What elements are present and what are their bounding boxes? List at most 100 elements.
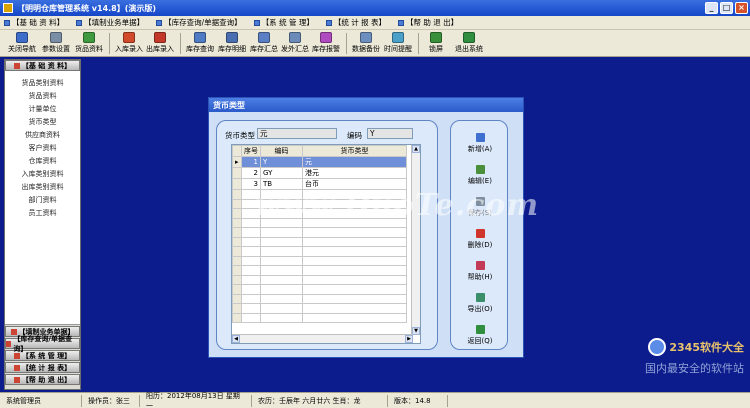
nav-panel: 【基 础 资 料】 货品类别资料 货品资料 计量单位 货币类型 供应商资料 客户… (4, 59, 81, 390)
tb-stock-summary-button[interactable]: 库存汇总 (250, 32, 278, 54)
col-no-header: 序号 (241, 145, 261, 157)
row-indicator (232, 178, 242, 190)
stock-out-icon (154, 32, 166, 43)
nav-item-currency[interactable]: 货币类型 (5, 116, 80, 129)
row-pointer-icon: ▸ (232, 156, 242, 168)
tb-goods-button[interactable]: 货品资料 (75, 32, 103, 54)
maximize-button[interactable]: □ (720, 2, 733, 14)
status-version: 版本：14.8 (388, 394, 448, 407)
table-row[interactable]: ▸ 1 Y 元 (232, 156, 407, 168)
nav-item-unit[interactable]: 计量单位 (5, 103, 80, 116)
dialog-button-group: 新增(A) 编辑(E) 保存(S) 删除(D) 帮助(H) 导出(O) 返回(Q… (450, 120, 508, 350)
menu-icon (253, 19, 260, 26)
return-icon (475, 325, 485, 334)
code-input[interactable]: Y (367, 128, 413, 139)
nav-item-in-category[interactable]: 入库类别资料 (5, 168, 80, 181)
minimize-button[interactable]: _ (705, 2, 718, 14)
table-header-row: 序号 编码 货币类型 (232, 145, 407, 157)
mascot-icon (648, 338, 667, 356)
tb-stock-in-button[interactable]: 入库录入 (115, 32, 143, 54)
nav-item-goods-category[interactable]: 货品类别资料 (5, 77, 80, 90)
help-button[interactable]: 帮助(H) (463, 261, 497, 282)
nav-header-basic-data[interactable]: 【基 础 资 料】 (5, 60, 80, 71)
nav-item-warehouse[interactable]: 仓库资料 (5, 155, 80, 168)
menu-bar: 【基 础 资 料】 【填制业务单据】 【库存查询/单据查询】 【系 统 管 理】… (0, 16, 750, 30)
empty-row (232, 255, 407, 266)
folder-icon (6, 340, 12, 347)
help-icon (475, 261, 485, 270)
add-icon (475, 133, 485, 142)
empty-row (232, 246, 407, 257)
tb-exit-button[interactable]: 退出系统 (455, 32, 483, 54)
nav-header-stock-query[interactable]: 【库存查询/单据查询】 (5, 335, 80, 353)
nav-item-goods[interactable]: 货品资料 (5, 90, 80, 103)
tb-stock-query-button[interactable]: 库存查询 (186, 32, 214, 54)
duote-watermark: www.DuoTe.com (255, 188, 540, 223)
tb-backup-button[interactable]: 数据备份 (352, 32, 380, 54)
outsource-icon (289, 32, 301, 43)
menu-reports[interactable]: 【统 计 报 表】 (325, 17, 386, 28)
tb-stock-out-button[interactable]: 出库录入 (146, 32, 174, 54)
download-site-watermark: 2345软件大全 国内最安全的软件站 (645, 338, 744, 376)
tb-outsource-summary-button[interactable]: 发外汇总 (281, 32, 309, 54)
exit-icon (463, 32, 475, 43)
folder-icon (13, 376, 20, 383)
nav-header-system-admin[interactable]: 【系 统 管 理】 (5, 350, 80, 361)
window-controls: _ □ × (705, 2, 748, 14)
vertical-scrollbar[interactable]: ▲ ▼ (411, 145, 420, 335)
scroll-down-icon[interactable]: ▼ (412, 327, 420, 335)
currency-table[interactable]: 序号 编码 货币类型 ▸ 1 Y 元 2 GY 港元 3 TB 台币 ▲ ▼ ◀… (231, 144, 421, 344)
currency-form-group: 货币类型 元 编码 Y 序号 编码 货币类型 ▸ 1 Y 元 2 GY 港元 3… (216, 120, 438, 350)
table-row[interactable]: 2 GY 港元 (232, 167, 407, 179)
add-button[interactable]: 新增(A) (463, 133, 497, 154)
nav-item-customer[interactable]: 客户资料 (5, 142, 80, 155)
menu-system-admin[interactable]: 【系 统 管 理】 (253, 17, 314, 28)
nav-item-employee[interactable]: 员工资料 (5, 207, 80, 220)
close-button[interactable]: × (735, 2, 748, 14)
currency-type-input[interactable]: 元 (257, 128, 337, 139)
menu-business-forms[interactable]: 【填制业务单据】 (76, 17, 144, 28)
menu-stock-query[interactable]: 【库存查询/单据查询】 (156, 17, 242, 28)
return-button[interactable]: 返回(Q) (463, 325, 497, 346)
empty-row (232, 227, 407, 238)
tb-settings-button[interactable]: 参数设置 (42, 32, 70, 54)
toolbar-separator (346, 33, 347, 54)
currency-type-label: 货币类型 (225, 131, 255, 140)
nav-header-help-exit[interactable]: 【帮 助 退 出】 (5, 374, 80, 385)
nav-item-department[interactable]: 部门资料 (5, 194, 80, 207)
cell-code: GY (260, 167, 303, 179)
export-button[interactable]: 导出(O) (463, 293, 497, 314)
cell-code: Y (260, 156, 303, 168)
tb-stock-alarm-button[interactable]: 库存报警 (312, 32, 340, 54)
tb-lock-button[interactable]: 锁屏 (429, 32, 443, 54)
scroll-left-icon[interactable]: ◀ (232, 335, 240, 343)
edit-button[interactable]: 编辑(E) (463, 165, 497, 186)
delete-button[interactable]: 删除(D) (463, 229, 497, 250)
delete-icon (475, 229, 485, 238)
nav-item-out-category[interactable]: 出库类别资料 (5, 181, 80, 194)
menu-help-exit[interactable]: 【帮 助 退 出】 (398, 17, 458, 28)
scroll-up-icon[interactable]: ▲ (412, 145, 420, 153)
nav-header-reports[interactable]: 【统 计 报 表】 (5, 362, 80, 373)
close-nav-icon (16, 32, 28, 43)
empty-row (232, 303, 407, 314)
tb-stock-detail-button[interactable]: 库存明细 (218, 32, 246, 54)
nav-item-supplier[interactable]: 供应商资料 (5, 129, 80, 142)
tb-close-nav-button[interactable]: 关闭导航 (8, 32, 36, 54)
nav-tree: 货品类别资料 货品资料 计量单位 货币类型 供应商资料 客户资料 仓库资料 入库… (5, 71, 80, 325)
cell-no: 2 (241, 167, 261, 179)
folder-icon (13, 62, 20, 69)
empty-row (232, 265, 407, 276)
scroll-right-icon[interactable]: ▶ (405, 335, 413, 343)
window-title: 【明明仓库管理系统 v14.8】(演示版) (17, 3, 157, 13)
menu-basic-data[interactable]: 【基 础 资 料】 (4, 17, 64, 28)
stock-in-icon (123, 32, 135, 43)
tb-reminder-button[interactable]: 时间提醒 (384, 32, 412, 54)
edit-icon (475, 165, 485, 174)
export-icon (475, 293, 485, 302)
empty-row (232, 312, 407, 323)
clock-icon (392, 32, 404, 43)
toolbar-separator (418, 33, 419, 54)
horizontal-scrollbar[interactable]: ◀ ▶ (232, 334, 413, 343)
dialog-title: 货币类型 (209, 98, 523, 112)
